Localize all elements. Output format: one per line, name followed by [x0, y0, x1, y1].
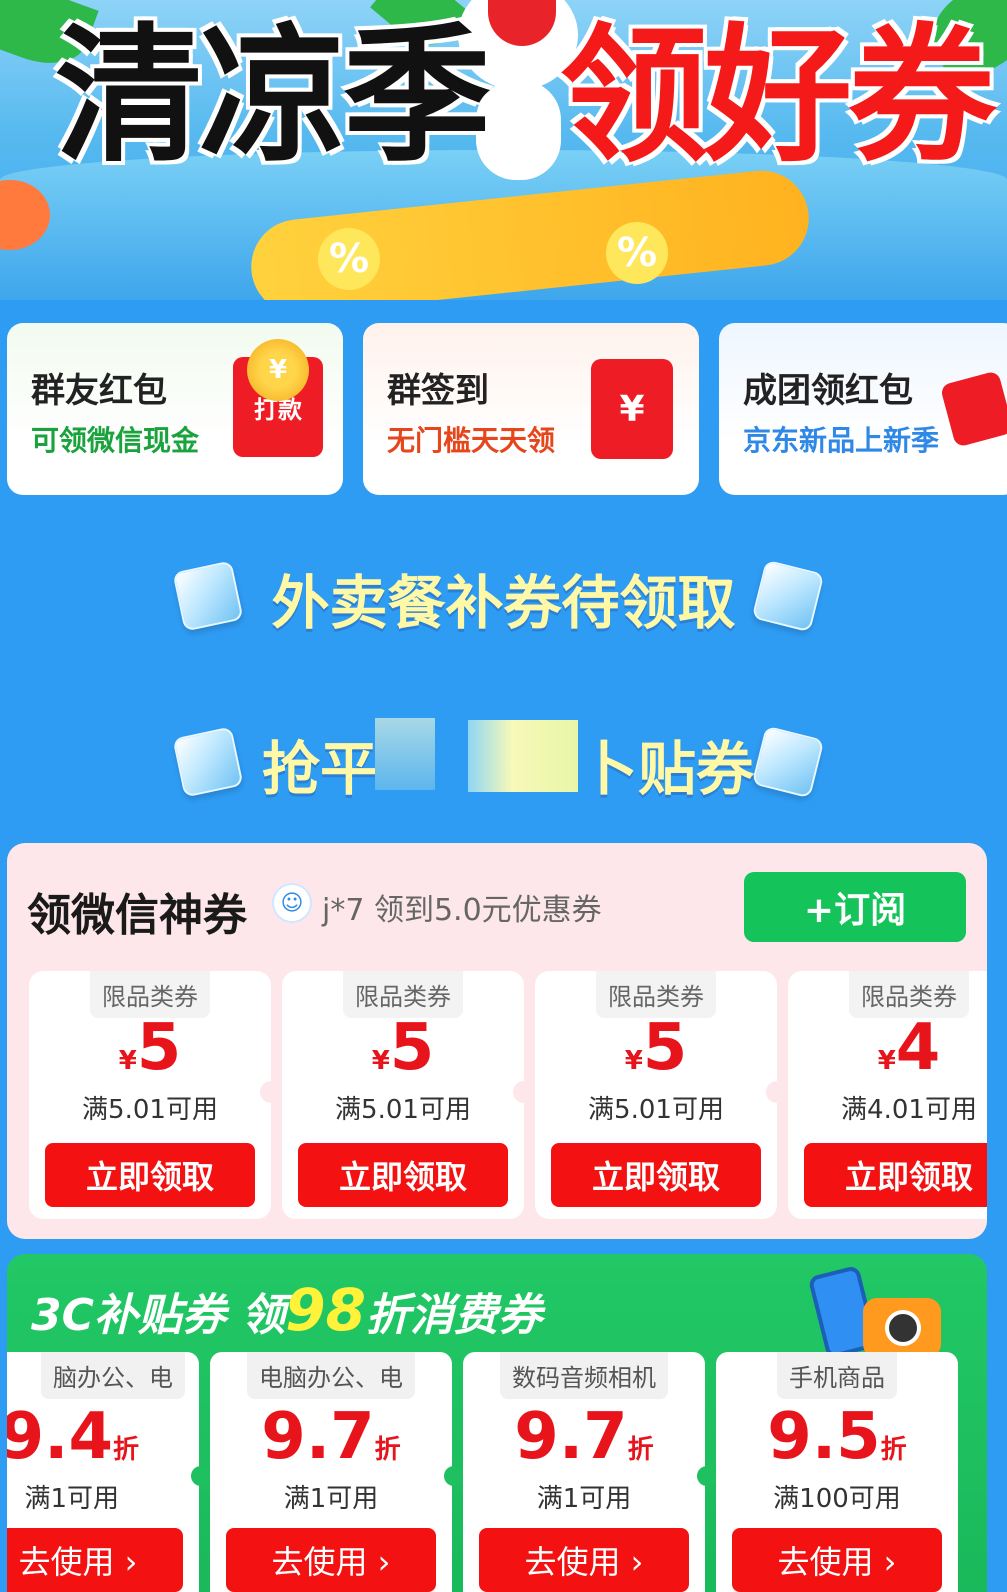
coupon-card: 限品类券 ¥5 满5.01可用 立即领取: [535, 971, 777, 1219]
coupon-notch: [697, 1466, 717, 1486]
promo-subtitle: 京东新品上新季: [743, 424, 940, 457]
ice-cube-icon: [751, 725, 825, 799]
use-button[interactable]: 去使用 ›: [479, 1528, 689, 1592]
coupon-notch: [766, 1081, 788, 1103]
claim-button[interactable]: 立即领取: [551, 1143, 761, 1207]
coupon-notch: [444, 1466, 464, 1486]
section-heading-subsidy-right[interactable]: 卜贴券: [580, 722, 754, 806]
promo-card-team-redpacket[interactable]: 成团领红包 京东新品上新季: [719, 323, 1007, 495]
coupon-condition: 满1可用: [283, 1484, 379, 1514]
promo-subtitle: 无门槛天天领: [387, 424, 556, 457]
promo-title: 成团领红包: [743, 371, 913, 411]
coupon-notch: [260, 1081, 282, 1103]
coupon-tag: 数码音频相机: [500, 1352, 668, 1399]
3c-panel-title: 3C补贴券 领98折消费券: [31, 1276, 542, 1344]
promo-title: 群签到: [387, 371, 489, 411]
coupon-notch: [191, 1466, 211, 1486]
percent-coin-icon: %: [318, 228, 380, 290]
coupon-condition: 满4.01可用: [841, 1095, 977, 1125]
coupon-condition: 满5.01可用: [335, 1095, 471, 1125]
coupon-card: 限品类券 ¥4 满4.01可用 立即领取: [788, 971, 987, 1219]
coupon-amount: ¥4: [877, 1011, 941, 1085]
discount-coupon-card: 数码音频相机 9.7折 满1可用 去使用 ›: [463, 1352, 705, 1592]
hero-banner: % % 清凉季 领好券: [0, 0, 1007, 300]
coupon-discount: 9.7折: [261, 1400, 401, 1474]
coupon-condition: 满1可用: [24, 1484, 119, 1514]
use-button[interactable]: 去使用 ›: [226, 1528, 436, 1592]
discount-coupon-card: 手机商品 9.5折 满100可用 去使用 ›: [716, 1352, 958, 1592]
promo-title: 群友红包: [31, 371, 167, 411]
percent-coin-icon: %: [606, 222, 668, 284]
banner-title-red: 领好券: [560, 10, 996, 182]
section-heading-subsidy-left[interactable]: 抢平: [262, 722, 378, 806]
discount-coupon-card: 脑办公、电 9.4折 满1可用 去使用 ›: [7, 1352, 199, 1592]
banner-title-black: 清凉季: [55, 10, 491, 182]
coupon-condition: 满5.01可用: [82, 1095, 218, 1125]
promo-card-group-redpacket[interactable]: 群友红包 可领微信现金 打款 ¥: [7, 323, 343, 495]
discount-coupon-card: 电脑办公、电 9.7折 满1可用 去使用 ›: [210, 1352, 452, 1592]
coupon-discount: 9.7折: [514, 1400, 654, 1474]
redacted-block: [468, 720, 578, 792]
coupon-tag: 脑办公、电: [41, 1352, 185, 1399]
section-heading-takeout[interactable]: 外卖餐补券待领取: [0, 556, 1007, 640]
use-button[interactable]: 去使用 ›: [7, 1528, 183, 1592]
phone-camera-icon: [807, 1264, 947, 1364]
coupon-condition: 满5.01可用: [588, 1095, 724, 1125]
coupon-card: 限品类券 ¥5 满5.01可用 立即领取: [29, 971, 271, 1219]
claim-ticker: j*7 领到5.0元优惠券: [322, 893, 602, 928]
coin-icon: ¥: [247, 339, 309, 401]
claim-button[interactable]: 立即领取: [804, 1143, 987, 1207]
wechat-coupon-panel: 领微信神券 ☺ j*7 领到5.0元优惠券 +订阅 限品类券 ¥5 满5.01可…: [7, 843, 987, 1239]
claim-button[interactable]: 立即领取: [298, 1143, 508, 1207]
coupon-condition: 满100可用: [773, 1484, 901, 1514]
coupon-discount: 9.5折: [767, 1400, 907, 1474]
wechat-panel-title: 领微信神券: [27, 890, 247, 941]
coupon-discount: 9.4折: [7, 1400, 139, 1474]
subscribe-button[interactable]: +订阅: [744, 872, 966, 942]
coupon-amount: ¥5: [371, 1011, 435, 1085]
coupon-condition: 满1可用: [536, 1484, 632, 1514]
claim-button[interactable]: 立即领取: [45, 1143, 255, 1207]
coupon-card: 限品类券 ¥5 满5.01可用 立即领取: [282, 971, 524, 1219]
coupon-amount: ¥5: [118, 1011, 182, 1085]
coupon-notch: [513, 1081, 535, 1103]
promo-subtitle: 可领微信现金: [31, 424, 200, 457]
redacted-block: [375, 718, 435, 790]
promo-card-group-checkin[interactable]: 群签到 无门槛天天领 ¥: [363, 323, 699, 495]
red-envelope-icon: ¥: [591, 359, 673, 459]
coupon-amount: ¥5: [624, 1011, 688, 1085]
ice-cube-icon: [172, 726, 244, 798]
use-button[interactable]: 去使用 ›: [732, 1528, 942, 1592]
coupon-tag: 手机商品: [777, 1352, 897, 1399]
3c-subsidy-panel: 3C补贴券 领98折消费券 脑办公、电 9.4折 满1可用 去使用 › 电脑办公…: [7, 1254, 987, 1592]
coupon-tag: 电脑办公、电: [247, 1352, 415, 1399]
avatar: ☺: [272, 883, 312, 923]
red-envelope-icon: [939, 370, 1007, 448]
